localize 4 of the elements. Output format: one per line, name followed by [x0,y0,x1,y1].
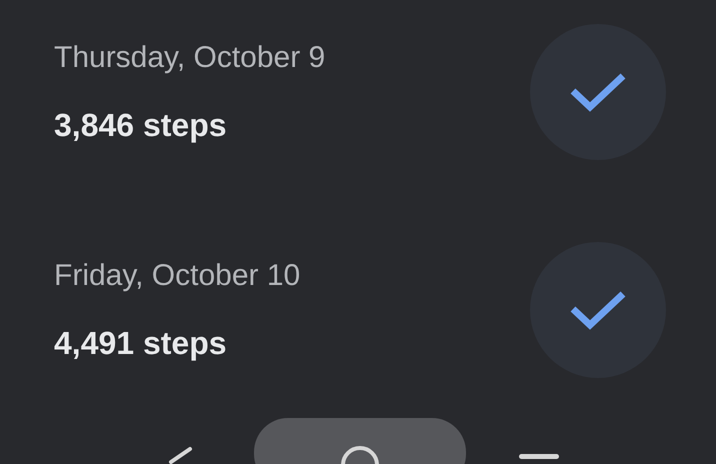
step-count: 3,846 steps [54,106,228,144]
day-date: Friday, October 10 [54,258,300,294]
day-date: Thursday, October 9 [54,40,326,76]
step-count: 4,491 steps [54,324,228,362]
